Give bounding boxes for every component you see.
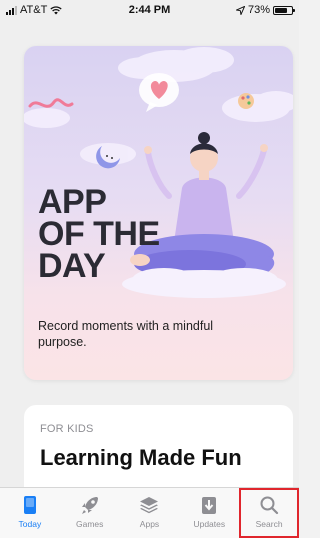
tab-games[interactable]: Games [60,488,120,538]
today-icon [23,496,36,514]
tab-updates[interactable]: Updates [179,488,239,538]
download-icon [202,497,217,514]
tab-search[interactable]: Search [239,488,299,538]
kids-card-title: Learning Made Fun [40,445,242,470]
app-of-the-day-card[interactable]: APP OF THE DAY Record moments with a min… [24,46,293,380]
battery-icon [273,5,295,15]
tab-today[interactable]: Today [0,488,60,538]
search-icon [260,496,279,515]
battery-percent: 73% [247,4,270,16]
rocket-icon [81,497,98,514]
layers-icon [140,497,159,514]
kids-card-eyebrow: FOR KIDS [40,423,94,435]
status-bar: AT&T 2:44 PM 73% [0,0,299,20]
tab-games-label: Games [75,519,104,529]
tab-bar: Today Games Apps Updates Search [0,487,299,538]
tab-updates-label: Updates [193,519,226,529]
location-arrow-icon [235,5,245,15]
tab-today-label: Today [18,519,42,529]
tab-apps[interactable]: Apps [120,488,180,538]
status-right: 73% [235,4,295,16]
app-of-the-day-heading: APP OF THE DAY [38,183,160,285]
battery-level [275,7,287,13]
feature-subtitle: Record moments with a mindful purpose. [38,319,214,349]
tab-apps-label: Apps [139,519,160,529]
tab-search-label: Search [255,519,283,529]
app-store-today-screen: AT&T 2:44 PM 73% APP OF THE DAY Record m… [0,0,299,538]
